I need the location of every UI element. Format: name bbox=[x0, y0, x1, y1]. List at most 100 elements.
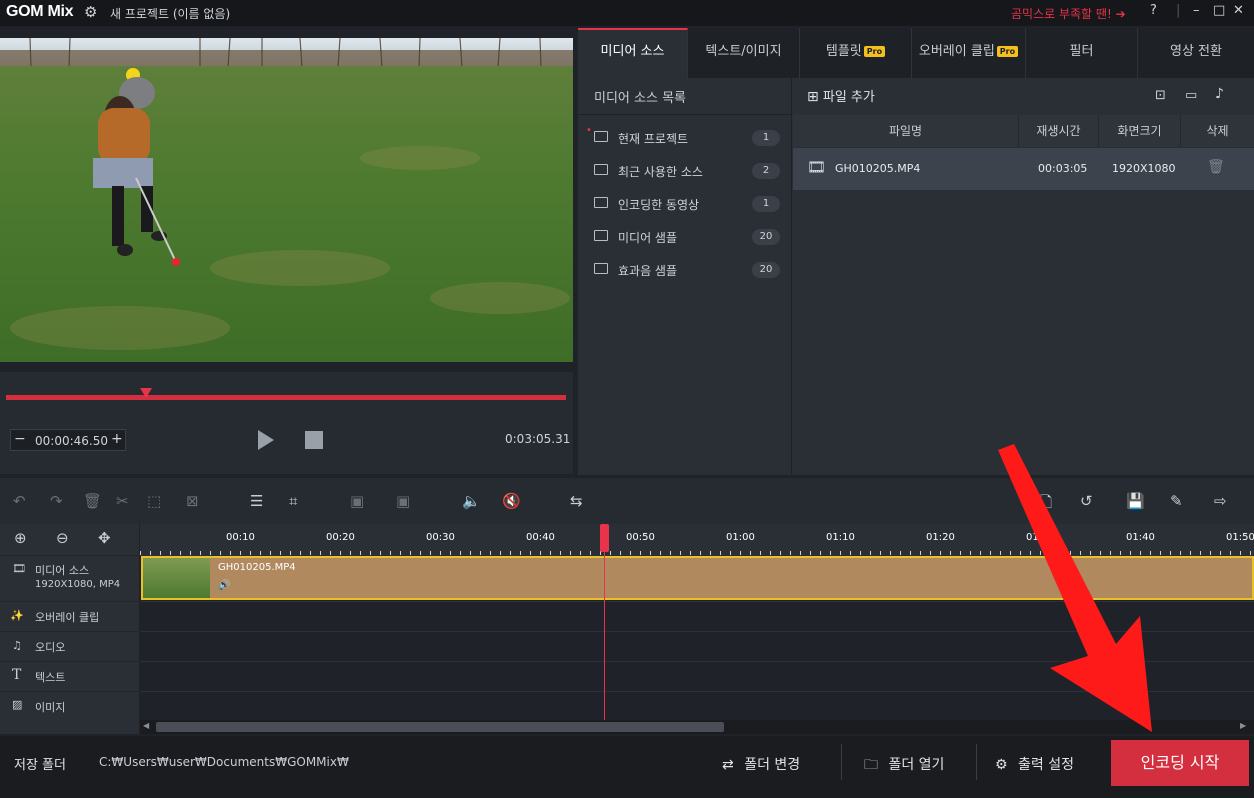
project-title: 새 프로젝트 (이름 없음) bbox=[110, 7, 231, 21]
tab-label: 오버레이 클립 bbox=[918, 44, 995, 59]
zoom-out-icon[interactable]: ⊖ bbox=[56, 529, 69, 547]
source-item-media-samples[interactable]: 미디어 샘플 20 bbox=[590, 227, 780, 249]
open-project-icon[interactable]: ↺ bbox=[1080, 492, 1093, 510]
select-area-icon[interactable]: ⬚ bbox=[147, 492, 161, 510]
time-decrease-button[interactable]: − bbox=[14, 431, 26, 447]
track-audio[interactable] bbox=[140, 631, 1254, 661]
maximize-button[interactable]: □ bbox=[1213, 3, 1225, 18]
divider: | bbox=[1176, 3, 1181, 18]
fit-timeline-icon[interactable]: ✥ bbox=[98, 529, 111, 547]
column-duration[interactable]: 재생시간 bbox=[1019, 115, 1099, 147]
scroll-right-icon[interactable]: ▶ bbox=[1240, 721, 1246, 730]
track-name: 이미지 bbox=[35, 701, 66, 714]
count-badge: 1 bbox=[752, 130, 780, 146]
ruler-tick: 01:00 bbox=[726, 532, 755, 543]
crop-icon[interactable]: ⌗ bbox=[289, 492, 297, 510]
source-item-sound-samples[interactable]: 효과음 샘플 20 bbox=[590, 260, 780, 282]
start-encoding-button[interactable]: 인코딩 시작 bbox=[1111, 740, 1249, 786]
add-file-button[interactable]: ⊞ 파일 추가 bbox=[807, 86, 875, 105]
tab-label: 텍스트/이미지 bbox=[705, 44, 782, 59]
ruler-tick: 01:50 bbox=[1226, 532, 1254, 543]
tab-template[interactable]: 템플릿 Pro bbox=[800, 28, 912, 78]
volume-icon[interactable]: 🔈 bbox=[462, 492, 481, 510]
settings-gear-icon[interactable]: ⚙ bbox=[84, 3, 97, 21]
tab-filter[interactable]: 필터 bbox=[1026, 28, 1138, 78]
undo-icon[interactable]: ↶ bbox=[13, 492, 26, 510]
change-folder-button[interactable]: ⇄ 폴더 변경 bbox=[722, 754, 800, 774]
folder-swap-icon: ⇄ bbox=[722, 757, 734, 773]
tab-transition[interactable]: 영상 전환 bbox=[1138, 28, 1254, 78]
track-image[interactable] bbox=[140, 691, 1254, 720]
output-settings-label: 출력 설정 bbox=[1018, 757, 1074, 773]
tab-media-source[interactable]: 미디어 소스 bbox=[578, 28, 688, 78]
preview-bottom-border bbox=[0, 362, 573, 372]
source-item-encoded[interactable]: 인코딩한 동영상 1 bbox=[590, 194, 780, 216]
scroll-left-icon[interactable]: ◀ bbox=[143, 721, 149, 730]
track-overlay[interactable] bbox=[140, 601, 1254, 631]
tab-overlay-clip[interactable]: 오버레이 클립 Pro bbox=[912, 28, 1026, 78]
export-icon[interactable]: ⇨ bbox=[1214, 492, 1227, 510]
tab-label: 필터 bbox=[1069, 44, 1094, 59]
time-stepper[interactable]: − 00:00:46.50 + bbox=[10, 429, 126, 451]
promo-link[interactable]: 곰믹스로 부족할 땐! ➔ bbox=[1011, 5, 1126, 22]
trash-icon[interactable]: 🗑 bbox=[1207, 159, 1225, 175]
deselect-icon[interactable]: ⊠ bbox=[186, 492, 199, 510]
app-logo: GOM Mix bbox=[6, 3, 74, 20]
track-label-audio: ♫ 오디오 bbox=[0, 631, 139, 661]
tab-text-image[interactable]: 텍스트/이미지 bbox=[688, 28, 800, 78]
time-increase-button[interactable]: + bbox=[111, 431, 123, 447]
transition-icon[interactable]: ⇆ bbox=[570, 492, 583, 510]
column-resolution[interactable]: 화면크기 bbox=[1099, 115, 1181, 147]
source-item-recent[interactable]: 최근 사용한 소스 2 bbox=[590, 161, 780, 183]
track-name: 미디어 소스 bbox=[35, 564, 90, 577]
seek-bar[interactable] bbox=[6, 395, 566, 400]
column-delete: 삭제 bbox=[1181, 115, 1254, 147]
select-audio-icon[interactable]: ♪ bbox=[1215, 86, 1224, 102]
select-image-icon[interactable]: ▭ bbox=[1185, 88, 1197, 103]
help-button[interactable]: ? bbox=[1150, 3, 1157, 18]
folder-icon: 🗀 bbox=[864, 757, 878, 773]
source-item-current-project[interactable]: • 현재 프로젝트 1 bbox=[586, 125, 780, 150]
redo-icon[interactable]: ↷ bbox=[50, 492, 63, 510]
current-time[interactable]: 00:00:46.50 bbox=[35, 434, 108, 448]
divider bbox=[841, 744, 842, 780]
open-folder-button[interactable]: 🗀 폴더 열기 bbox=[864, 754, 944, 778]
film-icon: 🎞 bbox=[807, 158, 827, 176]
playhead[interactable] bbox=[604, 524, 605, 720]
scrollbar-thumb[interactable] bbox=[156, 722, 724, 732]
image-adjust-icon[interactable]: ▣ bbox=[396, 492, 410, 510]
new-project-icon[interactable]: 🗋 bbox=[1040, 492, 1052, 517]
seek-thumb[interactable] bbox=[140, 388, 152, 398]
save-icon[interactable]: 💾 bbox=[1126, 492, 1145, 510]
tab-label: 영상 전환 bbox=[1170, 44, 1222, 59]
delete-icon[interactable]: 🗑 bbox=[83, 492, 102, 510]
stop-button[interactable] bbox=[305, 431, 323, 449]
file-resolution: 1920X1080 bbox=[1112, 162, 1176, 175]
mute-icon[interactable]: 🔇 bbox=[502, 492, 521, 510]
play-button[interactable] bbox=[258, 430, 274, 450]
divider bbox=[976, 744, 977, 780]
arrow-right-icon: ➔ bbox=[1115, 7, 1126, 21]
video-preview[interactable] bbox=[0, 38, 573, 362]
select-video-icon[interactable]: ⊡ bbox=[1155, 88, 1166, 103]
cut-icon[interactable]: ✂ bbox=[116, 492, 129, 510]
adjust-icon[interactable]: ☰ bbox=[250, 492, 263, 510]
folder-icon bbox=[594, 263, 608, 274]
ruler-tick: 01:30 bbox=[1026, 532, 1055, 543]
minimize-button[interactable]: – bbox=[1193, 3, 1200, 18]
close-button[interactable]: ✕ bbox=[1233, 3, 1244, 18]
timeline-clip[interactable]: GH010205.MP4 🔊 bbox=[141, 556, 1254, 600]
timeline-ruler[interactable]: 00:10 00:20 00:30 00:40 00:50 01:00 01:1… bbox=[140, 524, 1254, 555]
change-folder-label: 폴더 변경 bbox=[744, 757, 801, 773]
table-row[interactable]: 🎞 GH010205.MP4 00:03:05 1920X1080 🗑 bbox=[793, 148, 1254, 190]
playhead-handle[interactable] bbox=[600, 524, 609, 552]
timeline-track-headers: ⊕ ⊖ ✥ 🎞 미디어 소스 1920X1080, MP4 ✨ 오버레이 클립 … bbox=[0, 524, 139, 734]
open-folder-label: 폴더 열기 bbox=[888, 757, 945, 773]
horizontal-scrollbar[interactable]: ◀ ▶ bbox=[140, 720, 1254, 734]
track-text[interactable] bbox=[140, 661, 1254, 691]
save-as-icon[interactable]: ✎ bbox=[1170, 492, 1183, 510]
image-icon[interactable]: ▣ bbox=[350, 492, 364, 510]
zoom-in-icon[interactable]: ⊕ bbox=[14, 529, 27, 547]
column-filename[interactable]: 파일명 bbox=[793, 115, 1019, 147]
output-settings-button[interactable]: ⚙ 출력 설정 bbox=[995, 754, 1074, 774]
